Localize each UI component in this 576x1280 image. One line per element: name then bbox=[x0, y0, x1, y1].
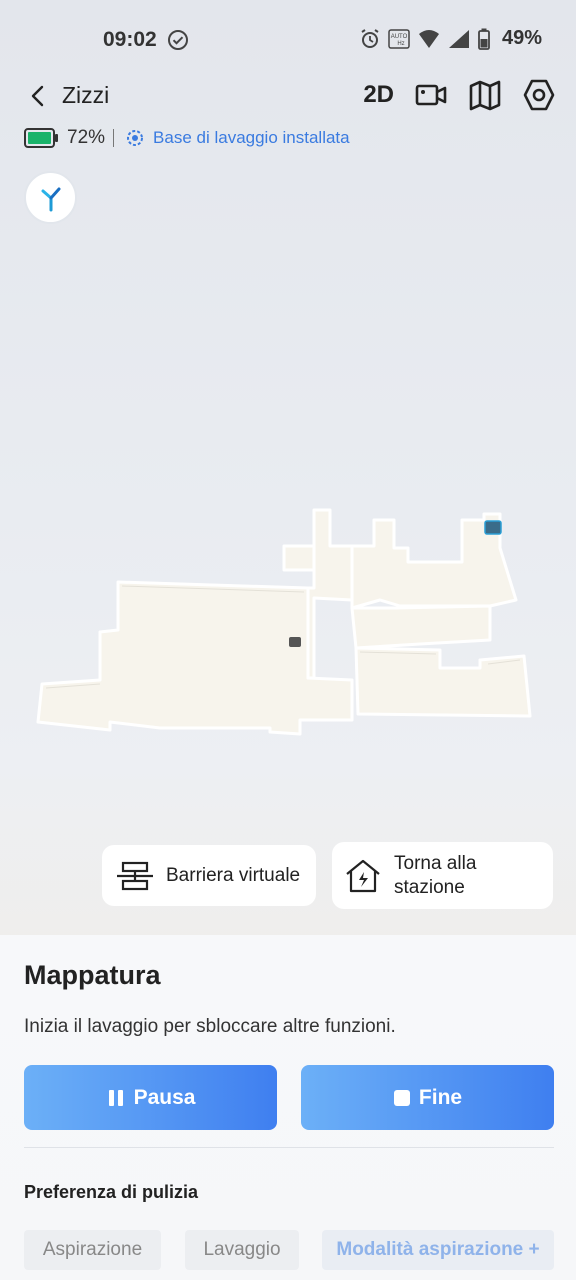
status-time: 09:02 bbox=[103, 28, 157, 51]
chip-suction-mode[interactable]: Modalità aspirazione + bbox=[322, 1230, 554, 1270]
panel-title: Mappatura bbox=[24, 960, 161, 990]
virtual-barrier-label: Barriera virtuale bbox=[166, 864, 301, 886]
cleaning-preference-title: Preferenza di pulizia bbox=[24, 1182, 199, 1202]
status-battery-percent: 49% bbox=[501, 27, 542, 49]
end-button[interactable]: Fine bbox=[301, 1065, 554, 1130]
check-circle-icon bbox=[168, 30, 188, 50]
signal-icon bbox=[448, 29, 469, 48]
robot-avatar[interactable] bbox=[24, 171, 77, 224]
map-corridor bbox=[306, 508, 354, 680]
robot-battery-icon bbox=[24, 128, 58, 148]
fan-icon bbox=[41, 187, 60, 211]
pause-button[interactable]: Pausa bbox=[24, 1065, 277, 1130]
chevron-left-icon[interactable] bbox=[24, 82, 52, 110]
battery-status-icon bbox=[478, 28, 490, 50]
map-room-left bbox=[36, 580, 354, 736]
panel-divider bbox=[24, 1147, 554, 1148]
return-to-station-label: Torna alla stazione bbox=[394, 852, 477, 898]
panel-subtitle: Inizia il lavaggio per sbloccare altre f… bbox=[24, 1016, 396, 1037]
svg-text:Hz: Hz bbox=[397, 41, 404, 47]
pause-label: Pausa bbox=[133, 1085, 196, 1109]
divider bbox=[113, 129, 115, 147]
floor-map[interactable] bbox=[0, 490, 576, 750]
status-bar: 09:02 AUTO Hz 49% bbox=[0, 0, 576, 80]
virtual-wall-icon bbox=[117, 861, 153, 890]
end-label: Fine bbox=[418, 1085, 463, 1109]
stop-icon bbox=[393, 1089, 411, 1107]
svg-text:AUTO: AUTO bbox=[391, 34, 408, 40]
map-room-lower-right bbox=[354, 646, 532, 718]
robot-info-bar: 72% Base di lavaggio installata bbox=[24, 124, 350, 152]
map-room-mid-right bbox=[350, 604, 492, 650]
map-icon[interactable] bbox=[468, 78, 502, 112]
alarm-icon bbox=[361, 28, 379, 48]
view-mode-toggle[interactable]: 2D bbox=[363, 81, 394, 109]
chip-vacuum[interactable]: Aspirazione bbox=[24, 1230, 161, 1270]
chip-mop[interactable]: Lavaggio bbox=[185, 1230, 299, 1270]
virtual-barrier-button[interactable]: Barriera virtuale bbox=[102, 845, 316, 906]
map-room-top bbox=[282, 544, 316, 572]
header-actions: 2D bbox=[363, 78, 556, 112]
auto-hz-icon: AUTO Hz bbox=[388, 28, 410, 49]
base-station-marker bbox=[484, 520, 502, 535]
wifi-icon bbox=[418, 29, 439, 48]
wash-base-icon bbox=[127, 130, 144, 146]
return-to-station-button[interactable]: Torna alla stazione bbox=[332, 842, 553, 909]
app-header: Zizzi 2D bbox=[0, 72, 576, 116]
video-camera-icon[interactable] bbox=[414, 78, 448, 112]
page-title: Zizzi bbox=[62, 82, 110, 108]
home-charge-icon bbox=[346, 859, 380, 892]
robot-battery-percent: 72% bbox=[67, 127, 106, 148]
robot-marker bbox=[289, 637, 301, 647]
status-icons: AUTO Hz 49% bbox=[360, 27, 542, 50]
base-status-link[interactable]: Base di lavaggio installata bbox=[153, 128, 350, 148]
mapping-panel: Mappatura Inizia il lavaggio per sblocca… bbox=[0, 935, 576, 1280]
hexagon-settings-icon[interactable] bbox=[522, 78, 556, 112]
pause-icon bbox=[106, 1088, 126, 1108]
